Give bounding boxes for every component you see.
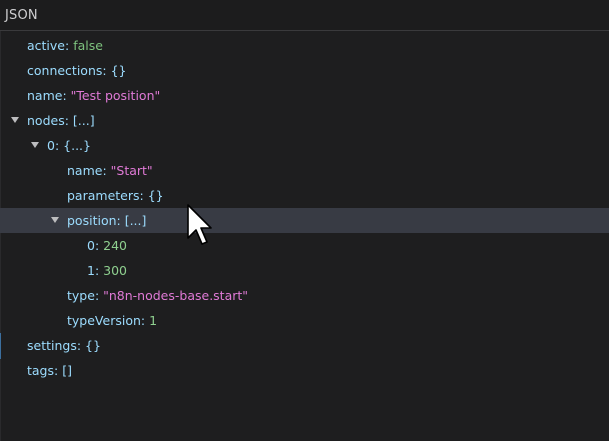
tree-row-connections[interactable]: connections: {}: [0, 58, 609, 83]
tree-value: [...]: [72, 113, 95, 128]
tree-row-node-typeversion[interactable]: typeVersion: 1: [0, 308, 609, 333]
tree-key: 0: [47, 138, 55, 153]
tree-value: 240: [103, 238, 127, 253]
colon: :: [54, 363, 63, 378]
colon: :: [62, 88, 71, 103]
tree-row-nodes[interactable]: nodes: [...]: [0, 108, 609, 133]
tree-row-position-1[interactable]: 1: 300: [0, 258, 609, 283]
tree-row-node-0[interactable]: 0: {...}: [0, 133, 609, 158]
colon: :: [102, 163, 111, 178]
tree-key: name: [67, 163, 103, 178]
tree-key: tags: [27, 363, 55, 378]
panel-header: JSON: [0, 0, 609, 31]
tree-key: settings: [27, 338, 77, 353]
tree-value: []: [62, 363, 72, 378]
json-viewer-panel: JSON active: false connections: {} name:…: [0, 0, 609, 441]
colon: :: [94, 288, 104, 303]
tree-key: position: [67, 213, 117, 228]
tree-value: 1: [149, 313, 158, 328]
colon: :: [65, 38, 74, 53]
tree-value: {}: [85, 338, 101, 353]
tree-value: {}: [147, 188, 164, 203]
tree-value: "Test position": [70, 88, 161, 103]
tree-row-tags[interactable]: tags: []: [0, 358, 609, 383]
tree-key: type: [67, 288, 95, 303]
tree-key: 1: [87, 263, 95, 278]
chevron-down-icon[interactable]: [11, 117, 19, 123]
tree-row-active[interactable]: active: false: [0, 33, 609, 58]
tree-row-node-position[interactable]: position: [...]: [0, 208, 609, 233]
mouse-pointer-icon: [187, 204, 212, 245]
colon: :: [140, 313, 150, 328]
panel-title: JSON: [5, 8, 38, 23]
tree-key: parameters: [67, 188, 140, 203]
chevron-down-icon[interactable]: [31, 142, 39, 148]
tree-key: active: [27, 38, 65, 53]
tree-key: typeVersion: [67, 313, 141, 328]
tree-row-node-parameters[interactable]: parameters: {}: [0, 183, 609, 208]
tree-value: false: [73, 38, 103, 53]
tree-value: "Start": [110, 163, 153, 178]
tree-key: nodes: [27, 113, 65, 128]
colon: :: [94, 263, 104, 278]
tree-row-node-type[interactable]: type: "n8n-nodes-base.start": [0, 283, 609, 308]
tree-value: 300: [103, 263, 127, 278]
colon: :: [116, 213, 125, 228]
tree-value: "n8n-nodes-base.start": [103, 288, 249, 303]
tree-key: connections: [27, 63, 103, 78]
colon: :: [64, 113, 73, 128]
tree-value: {...}: [63, 138, 91, 153]
json-tree: active: false connections: {} name: "Tes…: [0, 33, 609, 383]
tree-row-settings[interactable]: settings: {}: [0, 333, 609, 358]
colon: :: [139, 188, 148, 203]
tree-key: name: [27, 88, 63, 103]
colon: :: [76, 338, 86, 353]
tree-value: [...]: [124, 213, 147, 228]
colon: :: [94, 238, 104, 253]
chevron-down-icon[interactable]: [51, 217, 59, 223]
tree-row-position-0[interactable]: 0: 240: [0, 233, 609, 258]
tree-row-name[interactable]: name: "Test position": [0, 83, 609, 108]
colon: :: [54, 138, 64, 153]
colon: :: [102, 63, 111, 78]
tree-row-node-name[interactable]: name: "Start": [0, 158, 609, 183]
tree-key: 0: [87, 238, 95, 253]
tree-value: {}: [110, 63, 127, 78]
